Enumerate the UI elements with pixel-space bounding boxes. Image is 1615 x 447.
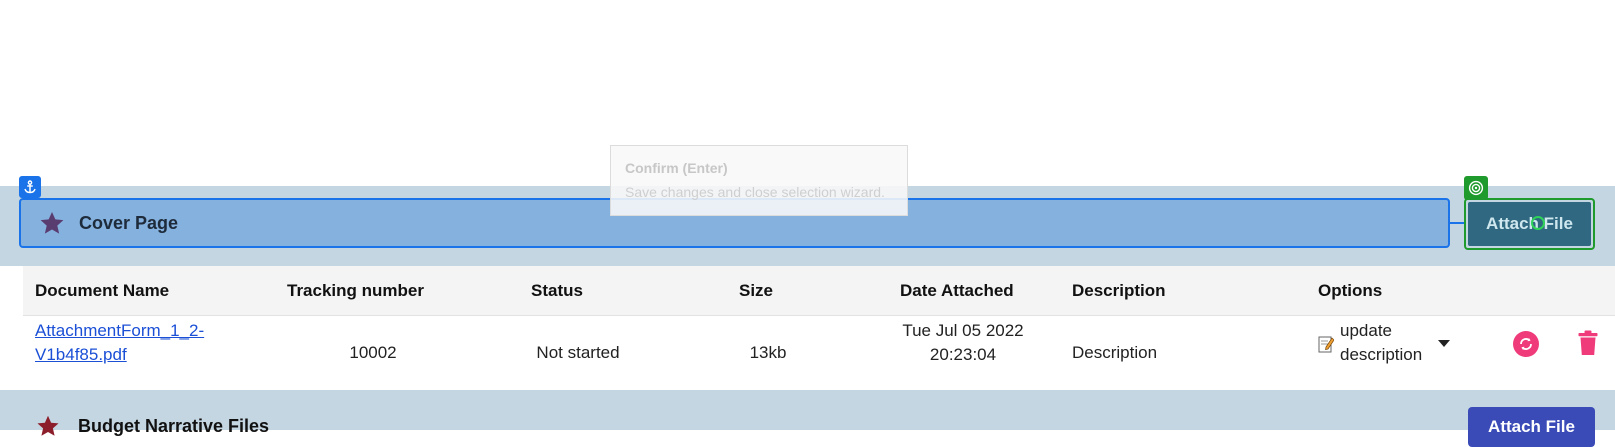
date-line2: 20:23:04 xyxy=(929,345,997,364)
attach-file-label: Attach File xyxy=(1486,214,1573,233)
edit-icon xyxy=(1318,336,1334,353)
tracking-number: 10002 xyxy=(349,343,397,362)
attach-file-button[interactable]: Attach File xyxy=(1468,407,1595,447)
attach-file-highlight: Attach File xyxy=(1464,198,1595,250)
option-line1: update xyxy=(1340,321,1392,340)
attach-file-button[interactable]: Attach File xyxy=(1468,202,1591,246)
column-header-options: Options xyxy=(1318,281,1383,300)
option-line2: description xyxy=(1340,345,1423,364)
replace-file-icon[interactable] xyxy=(1513,331,1539,357)
column-header-tracking-number[interactable]: Tracking number xyxy=(287,266,424,316)
date-line1: Tue Jul 05 2022 xyxy=(902,321,1024,340)
document-name-line1: AttachmentForm_1_2- xyxy=(35,321,205,340)
section-title: Budget Narrative Files xyxy=(78,416,270,436)
attachments-table-header: Document Name Tracking number Status Siz… xyxy=(23,266,1615,316)
target-icon[interactable] xyxy=(1464,176,1488,200)
confirm-tooltip: Confirm (Enter) Save changes and close s… xyxy=(610,145,908,216)
star-icon xyxy=(40,211,64,234)
document-link[interactable]: AttachmentForm_1_2- V1b4f85.pdf xyxy=(35,319,204,367)
star-icon xyxy=(37,415,59,436)
description-text: Description xyxy=(1072,343,1158,362)
tooltip-title: Confirm (Enter) xyxy=(625,160,728,176)
column-header-description[interactable]: Description xyxy=(1072,266,1166,316)
column-header-date-attached[interactable]: Date Attached xyxy=(900,266,1014,316)
tooltip-text: Save changes and close selection wizard. xyxy=(625,184,885,200)
section-title: Cover Page xyxy=(79,212,179,233)
trash-icon[interactable] xyxy=(1578,330,1598,356)
size-text: 13kb xyxy=(749,343,787,362)
cursor-target-icon xyxy=(1531,216,1545,230)
column-header-size[interactable]: Size xyxy=(739,266,773,316)
options-select[interactable]: update description xyxy=(1318,319,1422,367)
status-text: Not started xyxy=(536,343,620,362)
column-header-document-name[interactable]: Document Name xyxy=(35,266,169,316)
table-row: AttachmentForm_1_2- V1b4f85.pdf 10002 No… xyxy=(23,316,1615,388)
column-header-status[interactable]: Status xyxy=(531,266,583,316)
document-name-line2: V1b4f85.pdf xyxy=(35,345,127,364)
anchor-icon[interactable] xyxy=(19,176,41,198)
date-attached: Tue Jul 05 2022 20:23:04 xyxy=(883,319,1043,367)
chevron-down-icon[interactable] xyxy=(1438,340,1450,347)
